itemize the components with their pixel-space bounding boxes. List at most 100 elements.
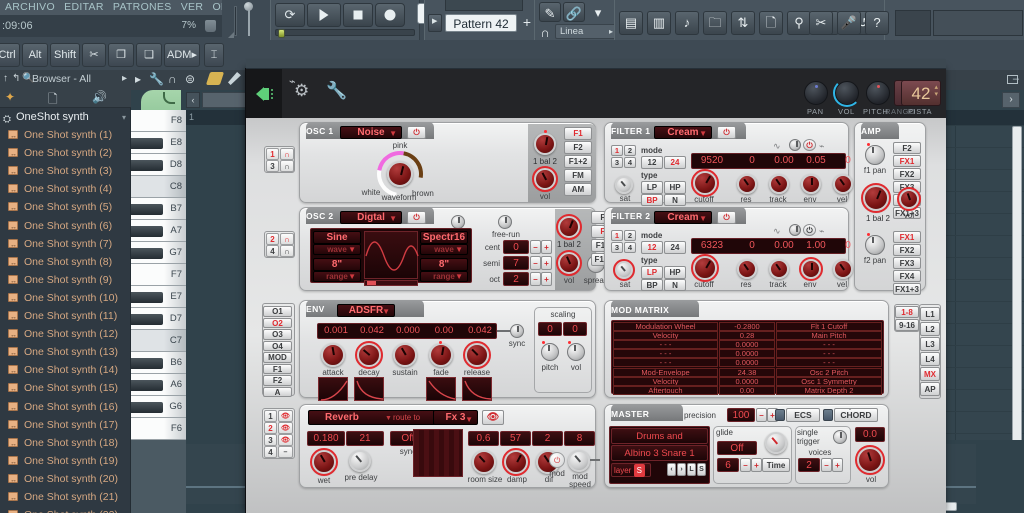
modmatrix-destination[interactable]: Flt 1 Cutoff (776, 322, 882, 331)
menu-ver[interactable]: VER (178, 1, 207, 13)
modmatrix-row[interactable]: - - -0.0000- - - (613, 349, 882, 359)
modmatrix-amount[interactable]: -0.2800 (719, 322, 775, 331)
list-item[interactable]: One Shot synth (12) (0, 325, 131, 345)
osc2-power-button[interactable]: ⏻ (407, 211, 426, 224)
env-scaling-pitch-knob[interactable] (541, 343, 559, 361)
filter1-track-knob[interactable] (769, 174, 789, 194)
add-pattern-button[interactable]: + (520, 14, 534, 32)
fx-eye-icon-4[interactable]: – (278, 446, 293, 458)
time-display[interactable]: :09:06 (2, 15, 33, 37)
master-layer-nav-2[interactable]: L (687, 463, 696, 476)
osc1-type-select[interactable]: Noise ▼ (340, 126, 402, 139)
filter2-lfo-power[interactable]: ⏻ (803, 224, 816, 236)
modmatrix-amount[interactable]: 0.0000 (719, 358, 775, 368)
tools-icon[interactable]: ✂ (809, 11, 833, 35)
master-fader-track[interactable] (234, 6, 237, 36)
env-fade-value[interactable]: 0.00 (427, 325, 461, 336)
modmatrix-amount[interactable]: 0.0000 (719, 376, 775, 386)
track-number-spinner[interactable]: ▴ ▾ (934, 84, 938, 98)
master-glide-value[interactable]: 6 (717, 458, 739, 472)
plugin-titlebar[interactable] (246, 59, 946, 69)
env-attack-curve[interactable] (318, 377, 348, 401)
chevron-right-icon[interactable]: ▸ (122, 70, 127, 88)
filter2-env-wave-icon[interactable]: ⌁ (819, 226, 824, 237)
stepseq-icon[interactable]: ▥ (647, 11, 671, 35)
piano-key[interactable]: C8 (131, 176, 186, 198)
osc1-side-buttons[interactable]: 1 3 ∩ ∩ (264, 146, 295, 173)
scroll-left-button[interactable]: ‹ (186, 92, 200, 108)
scroll-right-button[interactable]: › (1002, 92, 1020, 108)
piano-key-black[interactable] (131, 380, 163, 391)
piano-key-black[interactable] (131, 204, 163, 215)
filter1-env-knob[interactable] (801, 174, 821, 194)
env-tab-buttons[interactable]: O1 O2 O3 O4 MOD F1 F2 A (262, 303, 295, 397)
piano-key-black[interactable] (131, 314, 163, 325)
modmatrix-destination[interactable]: - - - (776, 340, 882, 350)
amp-route-top-fx1[interactable]: FX1 (893, 155, 921, 167)
browser-root-item[interactable]: ⛭ OneShot synth ▾ (0, 108, 131, 126)
ecs-led[interactable] (775, 409, 785, 421)
master-glide-plus[interactable]: + (751, 458, 762, 472)
osc2-range-a-label[interactable]: range ▼ (313, 271, 361, 282)
master-singletrigger-knob[interactable] (833, 430, 847, 444)
osc2-phase-handle[interactable] (367, 281, 376, 285)
list-item[interactable]: One Shot synth (22) (0, 506, 131, 513)
filter2-res-knob[interactable] (737, 259, 757, 279)
osc2-type-select[interactable]: Digtal ▼ (340, 211, 402, 224)
modmatrix-destination[interactable]: Osc 1 Symmetry (776, 376, 882, 386)
list-item[interactable]: One Shot synth (14) (0, 361, 131, 381)
piano-key[interactable]: C7 (131, 330, 186, 352)
cut-icon[interactable]: ✂ (82, 43, 106, 67)
speaker-icon[interactable]: 🔊 (92, 90, 107, 104)
menu-down-icon[interactable]: ▾ (587, 2, 609, 22)
list-item[interactable]: One Shot synth (7) (0, 235, 131, 255)
fx-eye-icon-2[interactable]: 👁 (278, 422, 293, 434)
filter2-vel-knob[interactable] (833, 259, 853, 279)
modmatrix-row[interactable]: - - -0.0000- - - (613, 358, 882, 368)
chord-led[interactable] (823, 409, 833, 421)
filter2-cutoff-value[interactable]: 6323 (693, 240, 731, 252)
piano-keyboard[interactable]: F8 E8 D8 C8 B7 A7 G7 F7 E7 D7 C7 B6 A6 G6 F6 (131, 110, 186, 440)
osc2-side-2[interactable]: 2 (266, 233, 279, 245)
shift-key-button[interactable]: Shift (50, 43, 80, 67)
osc2-oct-minus[interactable]: – (530, 272, 541, 286)
env-release-curve[interactable] (462, 377, 492, 401)
fx-wet-value[interactable]: 0.180 (307, 431, 345, 446)
env-scaling-pitch-value[interactable]: 0 (538, 322, 562, 336)
modmatrix-row[interactable]: Aftertouch 0.00 Matrix Depth 2 (613, 385, 882, 395)
env-decay-value[interactable]: 0.042 (355, 325, 389, 336)
master-vol-value[interactable]: 0.0 (855, 427, 885, 442)
record-icon[interactable] (375, 3, 405, 27)
star-icon[interactable]: ✦ (5, 90, 15, 104)
master-glide-knob[interactable] (765, 432, 787, 454)
filter1-type-bp[interactable]: BP (641, 194, 663, 206)
filter2-mode-12[interactable]: 12 (641, 241, 663, 254)
filter2-num-1[interactable]: 1 (611, 230, 623, 241)
list-item[interactable]: One Shot synth (8) (0, 253, 131, 273)
browser-icon[interactable]: 🗀 (703, 11, 727, 35)
modmatrix-destination[interactable]: - - - (776, 349, 882, 359)
osc2-semi-plus[interactable]: + (541, 256, 552, 270)
env-scaling-vol-knob[interactable] (567, 343, 585, 361)
master-voices-value[interactable]: 2 (798, 458, 820, 472)
modmatrix-amount[interactable]: 24.38 (719, 367, 775, 377)
list-item[interactable]: One Shot synth (17) (0, 416, 131, 436)
fx-eye-button[interactable]: 👁 (482, 410, 504, 425)
lfo-tab-mx[interactable]: MX (920, 367, 940, 381)
modmatrix-row[interactable]: Velocity 0.0000 Osc 1 Symmetry (613, 376, 882, 386)
master-preset-name[interactable]: Albino 3 Snare 1 (611, 445, 708, 461)
amp-route-bottom-fx4[interactable]: FX4 (893, 270, 921, 282)
modmatrix-row[interactable]: Velocity 0.28 Main Pitch (613, 331, 882, 341)
list-item[interactable]: One Shot synth (11) (0, 307, 131, 327)
lfo-tab-l3[interactable]: L3 (920, 337, 940, 351)
osc2-side-buttons[interactable]: 2 4 ∩ ∩ (264, 231, 295, 258)
modmatrix-source[interactable]: Modulation Wheel (613, 322, 718, 331)
song-position-bar[interactable] (275, 29, 415, 38)
env-release-value[interactable]: 0.042 (463, 325, 497, 336)
modmatrix-source[interactable]: Velocity (613, 376, 718, 386)
osc1-route-fm[interactable]: FM (564, 169, 592, 182)
filter1-vel-knob[interactable] (833, 174, 853, 194)
list-item[interactable]: One Shot synth (3) (0, 162, 131, 182)
fx-slot-3[interactable]: 3 (264, 434, 277, 446)
modmatrix-source[interactable]: - - - (613, 340, 718, 350)
